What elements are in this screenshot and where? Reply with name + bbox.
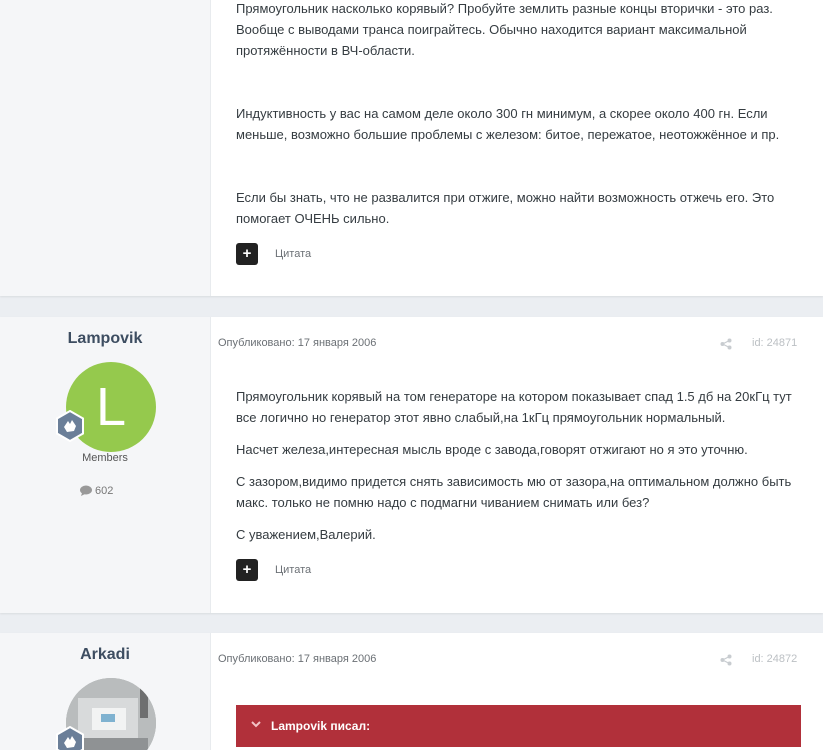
post-24872: Arkadi Опубликовано: 17 января 2006 id: … (0, 633, 823, 750)
quote-header[interactable]: Lampovik писал: (236, 705, 801, 747)
rank-badge-icon (56, 726, 84, 750)
share-icon[interactable] (720, 654, 732, 666)
post-paragraph: Прямоугольник корявый на том генераторе … (236, 389, 792, 425)
avatar-letter: L (95, 377, 127, 437)
post-paragraph: Прямоугольник насколько корявый? Пробуйт… (236, 1, 773, 58)
quote-button[interactable]: Цитата (275, 564, 311, 576)
post-count: 602 (80, 485, 113, 497)
post-body: Прямоугольник насколько корявый? Пробуйт… (236, 0, 804, 229)
post-count-value: 602 (95, 485, 114, 497)
multiquote-button[interactable]: + (236, 559, 258, 581)
multiquote-button[interactable]: + (236, 243, 258, 265)
post-id[interactable]: id: 24872 (752, 653, 797, 665)
post-paragraph: С зазором,видимо придется снять зависимо… (236, 474, 792, 510)
chevron-down-icon (251, 721, 261, 728)
author-name[interactable]: Lampovik (0, 330, 210, 348)
rank-badge-icon (56, 410, 84, 442)
post-paragraph: Насчет железа,интересная мысль вроде с з… (236, 442, 748, 457)
post-paragraph: Индуктивность у вас на самом деле около … (236, 106, 780, 142)
quote-button[interactable]: Цитата (275, 248, 311, 260)
comment-icon (80, 485, 92, 496)
post-paragraph: Если бы знать, что не развалится при отж… (236, 190, 775, 226)
post-24870: Прямоугольник насколько корявый? Пробуйт… (0, 0, 823, 296)
author-name[interactable]: Arkadi (0, 646, 210, 664)
post-24871: Lampovik L Members 602 Опубликовано: 17 … (0, 317, 823, 613)
post-id[interactable]: id: 24871 (752, 337, 797, 349)
post-paragraph: С уважением,Валерий. (236, 527, 376, 542)
author-panel: Lampovik L Members 602 (0, 317, 211, 613)
post-date: Опубликовано: 17 января 2006 (218, 337, 377, 349)
member-group: Members (82, 452, 128, 464)
author-panel (0, 0, 211, 296)
post-body: Прямоугольник корявый на том генераторе … (236, 386, 804, 545)
quote-citation: Lampovik писал: (271, 719, 371, 733)
share-icon[interactable] (720, 338, 732, 350)
author-panel: Arkadi (0, 633, 211, 750)
post-date: Опубликовано: 17 января 2006 (218, 653, 377, 665)
